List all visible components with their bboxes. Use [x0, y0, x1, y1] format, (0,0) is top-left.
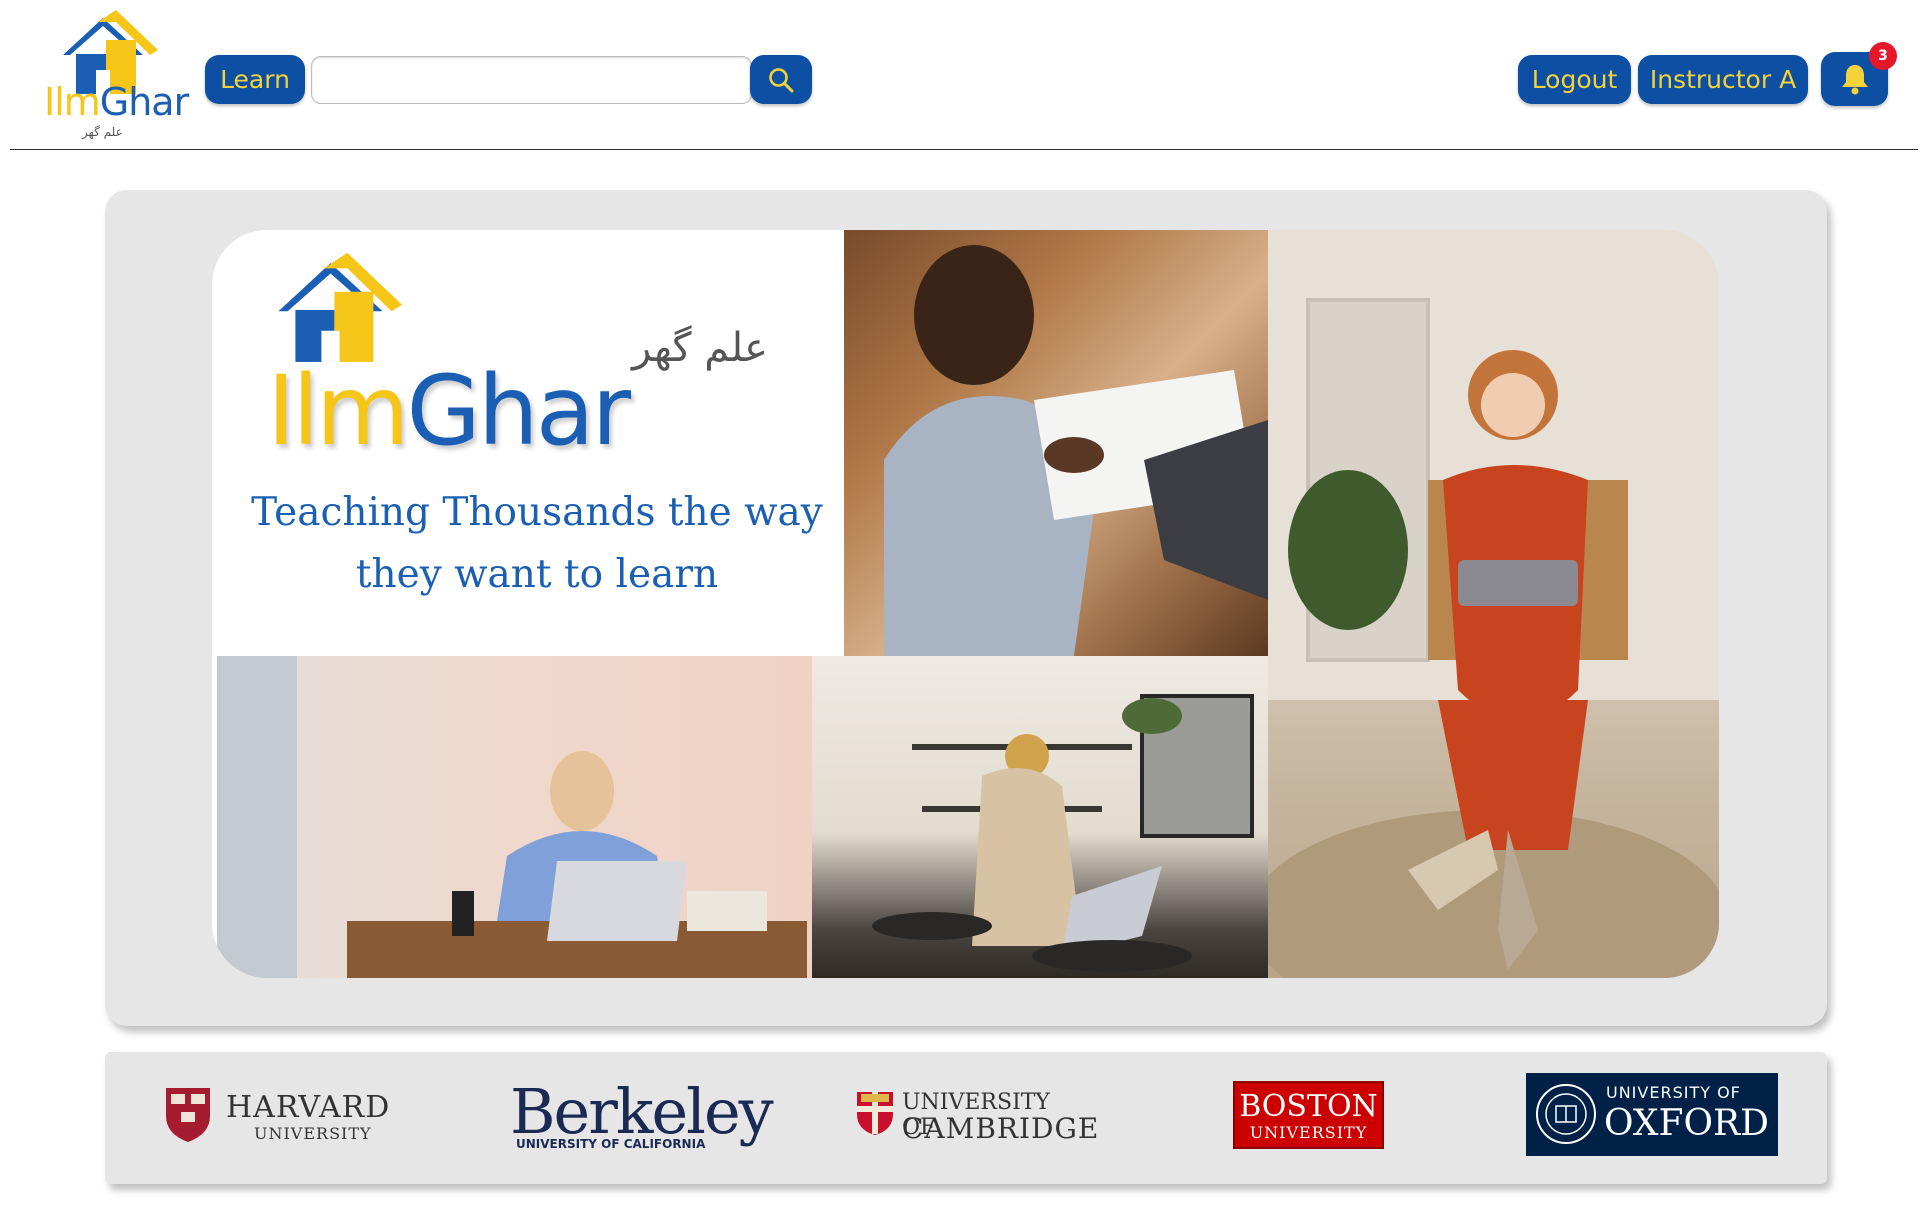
oxford-line-1: UNIVERSITY OF	[1606, 1083, 1741, 1102]
tagline-line-2: they want to learn	[355, 552, 719, 597]
brand-tile: IlmGhar علم گھر Teaching Thousands the w…	[212, 230, 844, 656]
boston-line-2: UNIVERSITY	[1249, 1123, 1368, 1142]
berkeley-logo: Berkeley UNIVERSITY OF CALIFORNIA	[510, 1075, 774, 1155]
photo-boy-illustration	[884, 245, 1268, 656]
hero-urdu-text: علم گھر	[632, 325, 768, 371]
site-logo[interactable]: IlmGhar علم گھر	[40, 10, 190, 145]
harvard-subtitle: UNIVERSITY	[254, 1124, 372, 1143]
photo-study-illustration	[872, 694, 1254, 972]
harvard-name: HARVARD	[226, 1090, 391, 1125]
notification-count-badge: 3	[1869, 42, 1897, 70]
logo-wordmark: IlmGhar	[44, 80, 189, 124]
boston-university-logo: BOSTON UNIVERSITY	[1233, 1081, 1384, 1149]
photo-woman-reading-room	[812, 656, 1268, 978]
boston-line-1: BOSTON	[1239, 1089, 1378, 1124]
oxford-seal-icon	[1536, 1084, 1596, 1144]
search-input[interactable]	[311, 56, 752, 104]
cambridge-line-2: CAMBRIDGE	[902, 1112, 1100, 1145]
house-logo-icon	[278, 252, 402, 362]
search-button[interactable]	[750, 55, 812, 104]
berkeley-subtitle: UNIVERSITY OF CALIFORNIA	[516, 1137, 706, 1151]
photo-boy-writing	[844, 230, 1268, 656]
cambridge-shield-icon	[857, 1092, 893, 1135]
instructor-profile-button[interactable]: Instructor A	[1638, 55, 1808, 104]
cambridge-logo: UNIVERSITY OF CAMBRIDGE	[855, 1090, 1098, 1145]
logo-subtitle: علم گھر	[82, 125, 123, 139]
hero-collage: IlmGhar علم گھر Teaching Thousands the w…	[212, 230, 1719, 978]
top-nav-bar: IlmGhar علم گھر Learn Logout Instructor …	[0, 0, 1920, 150]
bell-icon	[1841, 65, 1868, 95]
logo-ilm: Ilm	[44, 80, 101, 124]
search-icon	[769, 67, 794, 92]
oxford-line-2: OXFORD	[1604, 1103, 1769, 1144]
hero-ilm: Ilm	[267, 355, 409, 467]
hero-tagline: Teaching Thousands the way they want to …	[242, 482, 832, 606]
tagline-line-1: Teaching Thousands the way	[251, 490, 823, 535]
oxford-logo: UNIVERSITY OF OXFORD	[1526, 1073, 1778, 1156]
learn-button[interactable]: Learn	[205, 55, 305, 104]
hero-ghar: Ghar	[406, 355, 632, 467]
harvard-logo: HARVARD UNIVERSITY	[164, 1084, 394, 1146]
photo-desk-illustration	[217, 656, 807, 978]
logo-ghar: Ghar	[99, 80, 189, 124]
harvard-shield-icon	[166, 1088, 210, 1142]
photo-woman-laptop-desk	[217, 656, 812, 978]
photo-girl-illustration	[1268, 230, 1719, 978]
header-divider	[10, 149, 1918, 150]
photo-girl-tablet	[1268, 230, 1719, 978]
logout-button[interactable]: Logout	[1518, 55, 1631, 104]
hero-wordmark: IlmGhar	[267, 355, 632, 467]
